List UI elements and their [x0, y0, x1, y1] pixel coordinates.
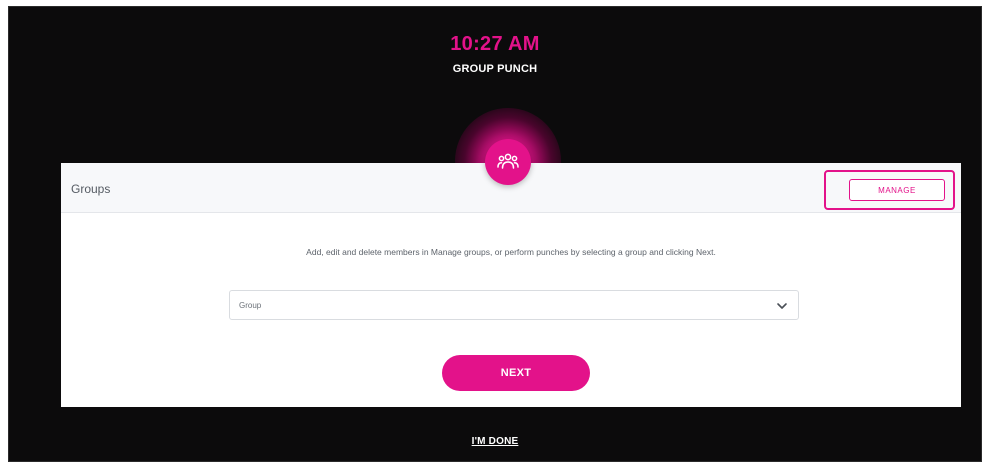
- groups-panel: Groups MANAGE Add, edit and delete membe…: [61, 163, 961, 407]
- done-link[interactable]: I'M DONE: [472, 436, 519, 447]
- group-select-value: Group: [239, 301, 262, 310]
- manage-button[interactable]: MANAGE: [849, 179, 945, 201]
- clock-time: 10:27 AM: [450, 33, 540, 55]
- next-button[interactable]: NEXT: [442, 355, 590, 391]
- instructions-text: Add, edit and delete members in Manage g…: [306, 247, 716, 257]
- panel-title: Groups: [71, 182, 111, 196]
- group-icon-badge: [485, 139, 531, 185]
- page-subtitle: GROUP PUNCH: [452, 63, 538, 75]
- group-select[interactable]: Group: [229, 290, 799, 320]
- chevron-down-icon: [777, 303, 787, 309]
- group-punch-screen: 10:27 AM GROUP PUNCH Groups MANAGE Add, …: [8, 6, 982, 462]
- done-link-wrapper: I'M DONE: [9, 431, 981, 449]
- group-icon: [497, 153, 519, 169]
- manage-highlight: MANAGE: [824, 170, 955, 210]
